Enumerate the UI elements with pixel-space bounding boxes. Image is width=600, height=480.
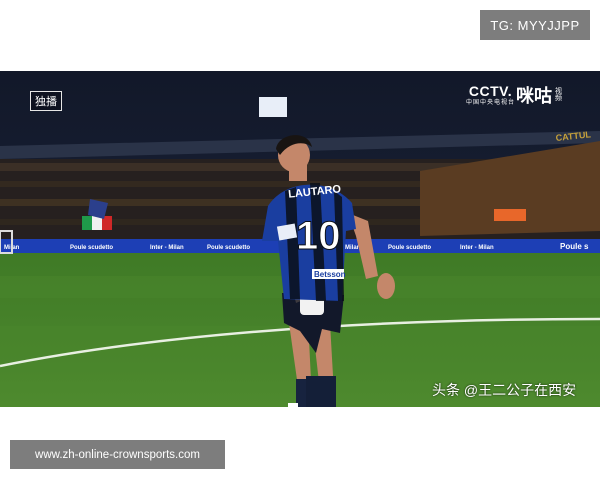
tg-contact-badge: TG: MYYJJPP <box>480 10 590 40</box>
scoreboard-screen <box>259 97 287 117</box>
toutiao-watermark: 头条 @王二公子在西安 <box>432 382 577 398</box>
board-text-4: Poule scudetto <box>207 245 250 251</box>
migu-video-logo: 咪咕 视频 <box>516 82 565 108</box>
board-text-3: Inter - Milan <box>150 245 184 251</box>
board-text-8: Poule s <box>560 242 589 251</box>
board-text-7: Inter - Milan <box>460 245 494 251</box>
exclusive-broadcast-badge: 独播 <box>30 91 62 111</box>
match-scene: CATTUL Milan Poule scudetto Inter - Mila… <box>0 71 600 407</box>
jersey-number: 10 <box>296 214 341 258</box>
cctv-logo: CCTV. 中国中央电视台 <box>466 84 515 106</box>
player-sock-right <box>306 376 336 407</box>
video-frame[interactable]: CATTUL Milan Poule scudetto Inter - Mila… <box>0 71 600 407</box>
website-url-bar[interactable]: www.zh-online-crownsports.com <box>10 440 225 469</box>
cctv-logo-subtext: 中国中央电视台 <box>466 100 516 106</box>
ad-box <box>494 209 526 221</box>
cctv-logo-text: CCTV. <box>468 83 513 99</box>
board-text-6: Poule scudetto <box>388 245 431 251</box>
board-text-2: Poule scudetto <box>70 245 113 251</box>
jersey-sponsor: Betsson <box>314 270 346 279</box>
flag-green <box>82 216 92 230</box>
migu-logo-subtext: 视频 <box>555 87 562 102</box>
player-right-hand <box>377 273 395 299</box>
migu-logo-text: 咪咕 <box>516 86 552 106</box>
